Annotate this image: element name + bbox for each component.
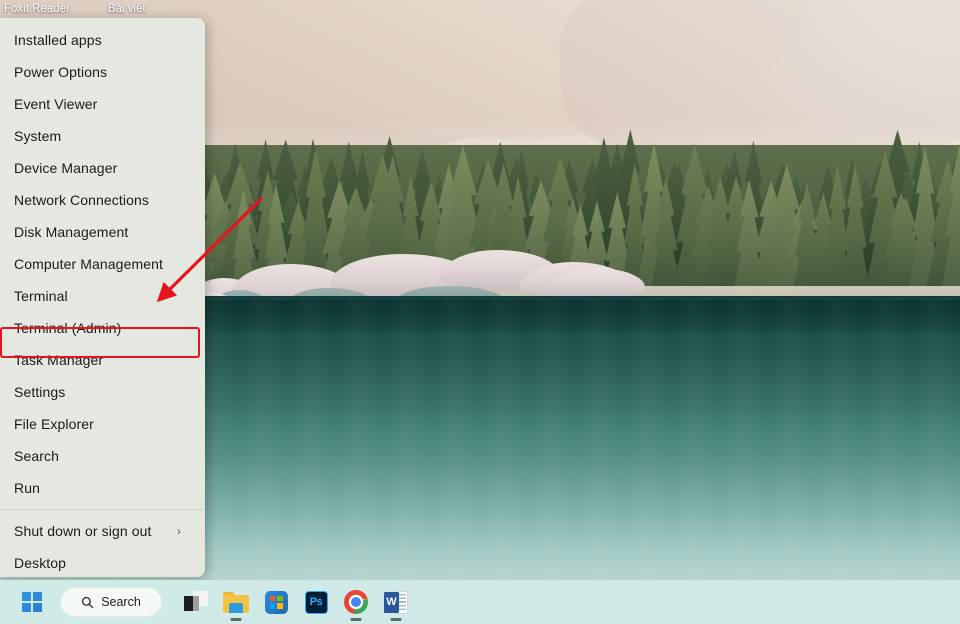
menu-item-label: Computer Management [14, 256, 163, 272]
task-view-icon [184, 591, 208, 613]
menu-item-list: Installed apps Power Options Event Viewer S… [0, 24, 205, 577]
menu-item-disk-management[interactable]: Disk Management [0, 216, 205, 248]
menu-item-label: Settings [14, 384, 66, 400]
menu-item-label: Installed apps [14, 32, 102, 48]
menu-item-task-manager[interactable]: Task Manager [0, 344, 205, 376]
menu-item-terminal-admin[interactable]: Terminal (Admin) [0, 312, 205, 344]
photoshop-icon: Ps [304, 590, 328, 614]
taskbar-app-google-chrome[interactable] [336, 582, 376, 622]
menu-item-run[interactable]: Run [0, 472, 205, 504]
chrome-icon [344, 590, 368, 614]
menu-item-terminal[interactable]: Terminal [0, 280, 205, 312]
store-icon [264, 590, 288, 614]
menu-item-system[interactable]: System [0, 120, 205, 152]
photoshop-icon-label: Ps [309, 596, 323, 608]
running-indicator-dot [350, 618, 362, 621]
menu-item-desktop[interactable]: Desktop [0, 547, 205, 577]
menu-item-label: Network Connections [14, 192, 149, 208]
menu-item-label: Shut down or sign out [14, 523, 152, 539]
taskbar-app-photoshop[interactable]: Ps [296, 582, 336, 622]
menu-item-label: Terminal [14, 288, 68, 304]
menu-item-device-manager[interactable]: Device Manager [0, 152, 205, 184]
menu-item-installed-apps[interactable]: Installed apps [0, 24, 205, 56]
menu-item-shut-down-or-sign-out[interactable]: Shut down or sign out › [0, 515, 205, 547]
menu-item-file-explorer[interactable]: File Explorer [0, 408, 205, 440]
taskbar-app-file-explorer[interactable] [216, 582, 256, 622]
windows-logo-icon [22, 592, 42, 612]
chevron-right-icon: › [176, 524, 181, 538]
winx-quick-link-menu[interactable]: Installed apps Power Options Event Viewer S… [0, 18, 205, 577]
menu-item-label: Event Viewer [14, 96, 98, 112]
menu-item-network-connections[interactable]: Network Connections [0, 184, 205, 216]
running-indicator-dot [390, 618, 402, 621]
word-icon: W [384, 590, 408, 614]
taskbar[interactable]: Search Ps W [0, 580, 960, 624]
menu-item-label: Task Manager [14, 352, 104, 368]
desktop-screen: Foxit Reader Bài viết Installed apps Powe… [0, 0, 960, 624]
word-icon-label: W [386, 596, 397, 608]
menu-separator [0, 509, 205, 510]
taskbar-search-box[interactable]: Search [60, 587, 162, 617]
menu-item-label: Search [14, 448, 59, 464]
menu-item-settings[interactable]: Settings [0, 376, 205, 408]
taskbar-app-microsoft-store[interactable] [256, 582, 296, 622]
menu-item-label: Disk Management [14, 224, 129, 240]
menu-item-label: Desktop [14, 555, 67, 571]
menu-item-label: Terminal (Admin) [14, 320, 122, 336]
search-placeholder-label: Search [101, 595, 141, 609]
menu-item-search[interactable]: Search [0, 440, 205, 472]
taskbar-app-microsoft-word[interactable]: W [376, 582, 416, 622]
rock [550, 268, 645, 298]
menu-item-label: Power Options [14, 64, 108, 80]
running-indicator-dot [230, 618, 242, 621]
menu-item-label: Device Manager [14, 160, 118, 176]
taskbar-app-task-view[interactable] [176, 582, 216, 622]
menu-item-label: File Explorer [14, 416, 94, 432]
menu-item-label: Run [14, 480, 40, 496]
menu-item-event-viewer[interactable]: Event Viewer [0, 88, 205, 120]
folder-icon [223, 591, 249, 613]
start-button[interactable] [14, 584, 50, 620]
search-icon [82, 596, 94, 608]
menu-item-computer-management[interactable]: Computer Management [0, 248, 205, 280]
menu-item-label: System [14, 128, 62, 144]
menu-item-power-options[interactable]: Power Options [0, 56, 205, 88]
